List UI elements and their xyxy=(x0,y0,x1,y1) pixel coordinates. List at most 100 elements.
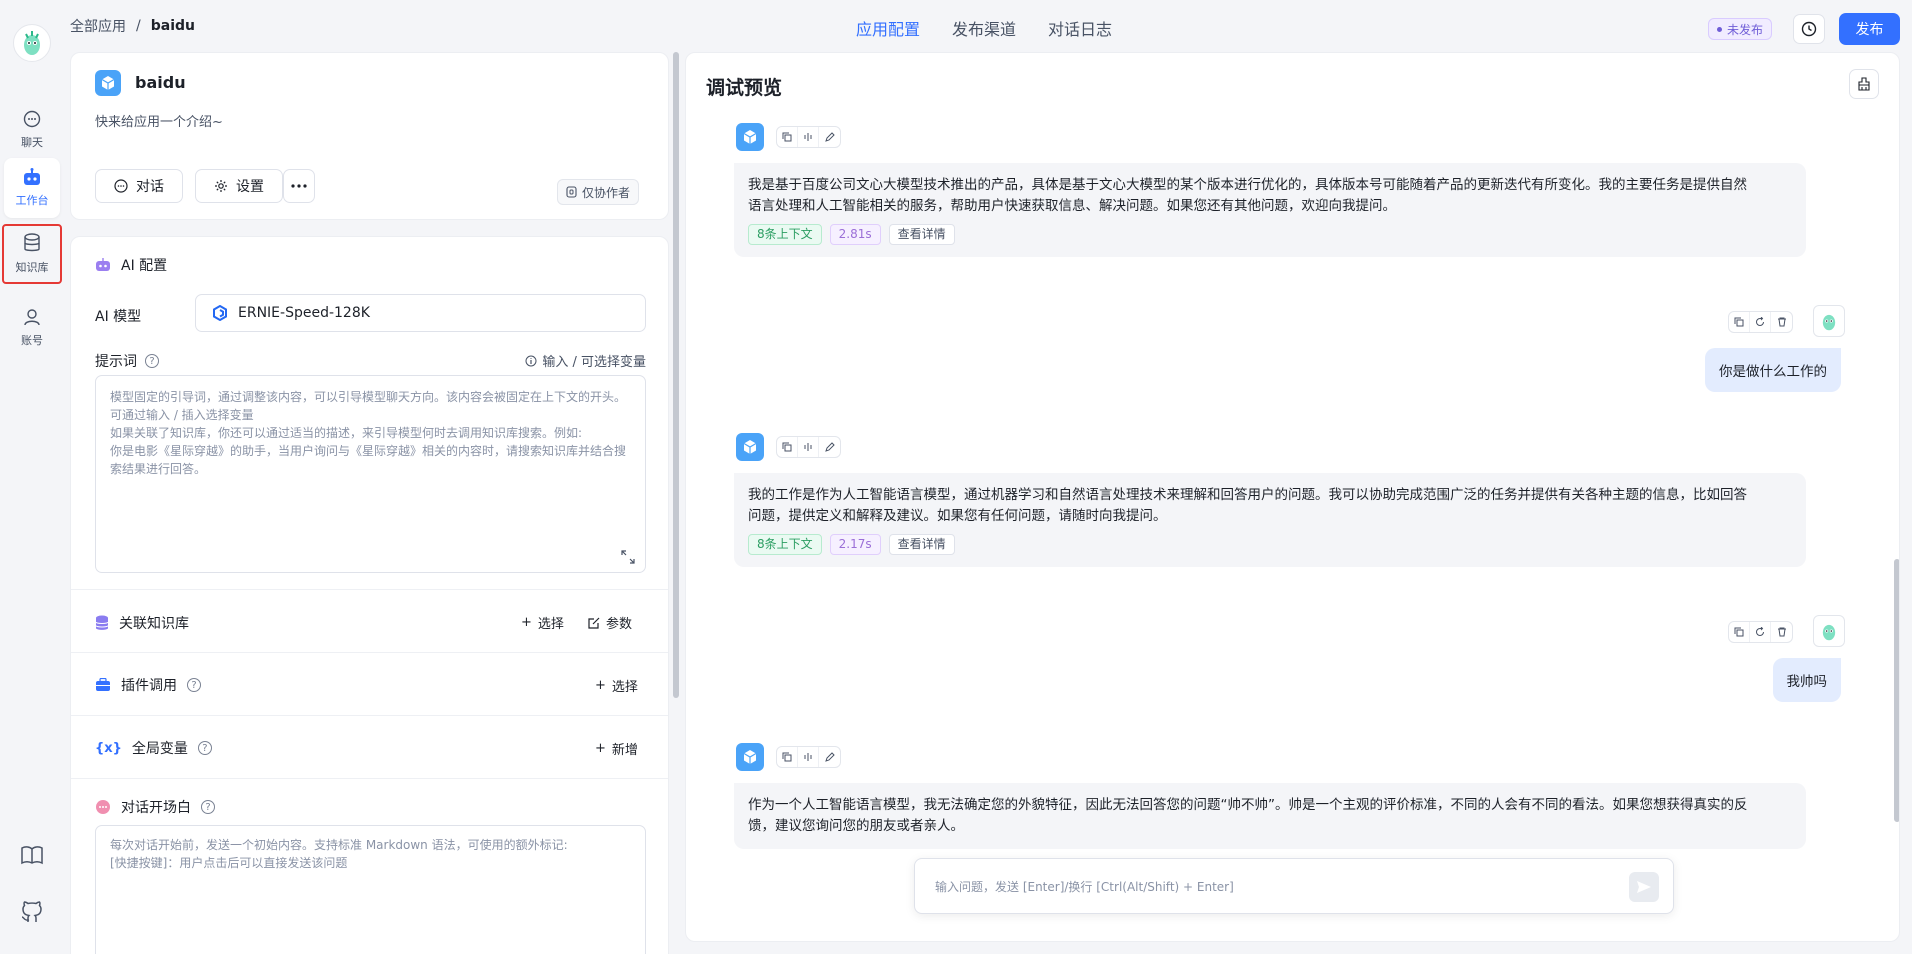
message-line: 问题，提供定义和解释及建议。如果您有任何问题，请随时向我提问。 xyxy=(748,508,1167,524)
kb-select-label: 选择 xyxy=(537,617,564,632)
rail-item-label: 聊天 xyxy=(21,136,43,149)
prompt-placeholder-line: 如果关联了知识库，你还可以通过适当的描述，来引导模型何时去调用知识库搜索。例如: xyxy=(110,426,583,440)
chat-icon xyxy=(114,179,128,193)
ai-config-label: AI 配置 xyxy=(121,258,168,274)
prompt-placeholder-line: 模型固定的引导词，通过调整该内容，可以引导模型聊天方向。该内容会被固定在上下文的… xyxy=(110,390,627,404)
history-button[interactable] xyxy=(1793,14,1825,44)
publish-button[interactable]: 发布 xyxy=(1839,13,1900,45)
message-tags: 8条上下文 2.81s 查看详情 xyxy=(748,224,1792,245)
rail-item-label: 账号 xyxy=(21,334,43,347)
logo-icon xyxy=(24,31,40,55)
edit-icon xyxy=(588,617,600,629)
bot-message: 作为一个人工智能语言模型，我无法确定您的外貌特征，因此无法回答您的问题“帅不帅”… xyxy=(734,783,1806,849)
help-icon[interactable]: ? xyxy=(187,678,201,692)
welcome-textarea[interactable]: 每次对话开始前，发送一个初始内容。支持标准 Markdown 语法，可使用的额外… xyxy=(95,825,646,954)
plugin-select-button[interactable]: + 选择 xyxy=(595,676,638,695)
plugin-select-label: 选择 xyxy=(611,680,638,695)
speaker-icon[interactable] xyxy=(798,437,819,457)
message-line: 我是基于百度公司文心大模型技术推出的产品，具体是基于文心大模型的某个版本进行优化… xyxy=(748,177,1747,193)
message-line: 馈，建议您询问您的朋友或者亲人。 xyxy=(748,818,964,834)
help-icon[interactable]: ? xyxy=(197,741,212,755)
chat-icon xyxy=(23,110,41,128)
bot-avatar xyxy=(736,743,764,771)
prompt-label: 提示词 ? xyxy=(95,351,159,371)
plugin-section-title: 插件调用 ? xyxy=(95,675,201,695)
more-icon xyxy=(291,184,307,188)
collab-permission[interactable]: 仅协作者 xyxy=(557,179,640,205)
rail-item-workbench[interactable]: 工作台 xyxy=(4,158,60,218)
model-label: AI 模型 xyxy=(95,309,142,325)
config-scrollbar[interactable] xyxy=(673,52,679,698)
app-logo[interactable] xyxy=(13,24,51,62)
refresh-icon[interactable] xyxy=(1750,312,1771,332)
app-name[interactable]: baidu xyxy=(135,73,186,92)
expand-icon[interactable] xyxy=(621,550,635,564)
clear-chat-button[interactable] xyxy=(1849,69,1879,99)
rail-item-account[interactable]: 账号 xyxy=(4,298,60,358)
tab-chat-logs[interactable]: 对话日志 xyxy=(1048,16,1112,40)
copy-icon[interactable] xyxy=(1729,312,1750,332)
more-button[interactable] xyxy=(283,169,315,203)
chat-input-placeholder: 输入问题，发送 [Enter]/换行 [Ctrl(Alt/Shift) + En… xyxy=(935,879,1234,894)
cube-icon xyxy=(743,750,757,764)
copy-icon[interactable] xyxy=(777,437,798,457)
breadcrumb-separator: / xyxy=(136,18,141,34)
time-tag: 2.17s xyxy=(829,534,881,555)
user-avatar xyxy=(1813,615,1845,647)
trash-icon[interactable] xyxy=(1771,622,1792,642)
plus-icon: + xyxy=(521,615,532,630)
speaker-icon[interactable] xyxy=(798,127,819,147)
refresh-icon[interactable] xyxy=(1750,622,1771,642)
tab-app-config[interactable]: 应用配置 xyxy=(856,16,920,40)
help-icon[interactable]: ? xyxy=(145,354,159,368)
breadcrumb-current: baidu xyxy=(150,18,195,34)
gear-icon xyxy=(214,179,228,193)
book-icon[interactable] xyxy=(20,843,44,867)
detail-tag[interactable]: 查看详情 xyxy=(888,534,955,555)
help-icon[interactable]: ? xyxy=(201,800,215,814)
kb-section-title: 关联知识库 xyxy=(95,613,189,633)
status-badge: 未发布 xyxy=(1708,18,1773,40)
message-toolbar xyxy=(1728,621,1793,643)
edit-icon[interactable] xyxy=(819,127,840,147)
rail-item-label: 知识库 xyxy=(15,261,49,274)
context-tag[interactable]: 8条上下文 xyxy=(748,224,822,245)
copy-icon[interactable] xyxy=(777,747,798,767)
context-tag[interactable]: 8条上下文 xyxy=(748,534,822,555)
trash-icon[interactable] xyxy=(1771,312,1792,332)
settings-button[interactable]: 设置 xyxy=(195,169,283,203)
preview-scrollbar[interactable] xyxy=(1894,559,1899,822)
edit-icon[interactable] xyxy=(819,437,840,457)
tab-publish-channels[interactable]: 发布渠道 xyxy=(952,16,1016,40)
welcome-placeholder-line: 每次对话开始前，发送一个初始内容。支持标准 Markdown 语法，可使用的额外… xyxy=(110,838,568,852)
kb-select-button[interactable]: + 选择 xyxy=(521,613,564,632)
chat-input[interactable]: 输入问题，发送 [Enter]/换行 [Ctrl(Alt/Shift) + En… xyxy=(914,858,1674,914)
message-tags: 8条上下文 2.17s 查看详情 xyxy=(748,534,1792,555)
detail-tag[interactable]: 查看详情 xyxy=(888,224,955,245)
kb-params-button[interactable]: 参数 xyxy=(588,613,632,632)
copy-icon[interactable] xyxy=(777,127,798,147)
vars-add-button[interactable]: + 新增 xyxy=(595,739,638,758)
bot-avatar xyxy=(736,433,764,461)
cube-icon xyxy=(743,130,757,144)
ai-config-title: AI 配置 xyxy=(95,255,167,275)
github-icon[interactable] xyxy=(20,900,44,924)
rail-item-chat[interactable]: 聊天 xyxy=(4,100,60,160)
prompt-textarea[interactable]: 模型固定的引导词，通过调整该内容，可以引导模型聊天方向。该内容会被固定在上下文的… xyxy=(95,375,646,573)
database-icon xyxy=(23,233,41,253)
app-info-card: baidu 快来给应用一个介绍~ 对话 设置 仅协作者 xyxy=(70,52,669,220)
welcome-placeholder-line: [快捷按键]：用户点击后可以直接发送该问题 xyxy=(110,856,348,870)
edit-icon[interactable] xyxy=(819,747,840,767)
app-intro[interactable]: 快来给应用一个介绍~ xyxy=(95,111,223,130)
speaker-icon[interactable] xyxy=(798,747,819,767)
model-select[interactable]: ERNIE-Speed-128K xyxy=(195,294,646,332)
send-button[interactable] xyxy=(1629,872,1659,902)
copy-icon[interactable] xyxy=(1729,622,1750,642)
breadcrumb-root[interactable]: 全部应用 xyxy=(70,16,126,36)
breadcrumb: 全部应用 / baidu xyxy=(70,16,195,36)
chat-button[interactable]: 对话 xyxy=(95,169,183,203)
plugin-section-label: 插件调用 xyxy=(121,678,177,694)
status-dot xyxy=(1717,26,1722,32)
rail-item-knowledge[interactable]: 知识库 xyxy=(2,224,62,284)
collab-label: 仅协作者 xyxy=(582,185,631,200)
